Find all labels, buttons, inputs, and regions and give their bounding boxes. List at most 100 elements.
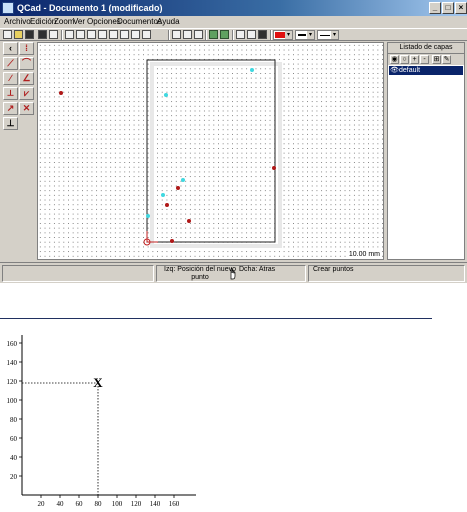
red-swatch: [275, 32, 285, 38]
divider-line: [0, 318, 432, 319]
cad-tools-panel: ‹ ⁞ ⟋ ⌒ ∕ ∠ ⟂ ⩗ ↗ ✕ ⊥: [0, 41, 35, 263]
current-command: Crear puntos: [313, 266, 354, 273]
y-tick-label: 20: [10, 473, 18, 481]
linetype-select[interactable]: ▾: [317, 30, 339, 40]
circles-tool-icon[interactable]: ∕: [3, 72, 18, 85]
menu-bar: Archivo Edición Zoom Ver Opciones Docume…: [0, 16, 467, 28]
y-tick-label: 140: [7, 359, 18, 367]
print-preview-icon[interactable]: [38, 30, 47, 39]
paste-icon[interactable]: [194, 30, 203, 39]
hatch-tool-icon[interactable]: ⩗: [19, 87, 34, 100]
hide-all-layers-icon[interactable]: ○: [400, 55, 409, 64]
zoom-pan-icon[interactable]: [120, 30, 129, 39]
zoom-auto-icon[interactable]: [65, 30, 74, 39]
right-click-hint: Dcha: Atras: [239, 266, 276, 273]
x-tick-label: 80: [95, 500, 103, 508]
x-tick-label: 60: [76, 500, 84, 508]
add-layer-icon[interactable]: +: [410, 55, 419, 64]
chevron-down-icon: ▾: [331, 31, 338, 39]
red-point: [176, 186, 180, 190]
edit-tool-icon[interactable]: ↗: [3, 102, 18, 115]
red-point: [59, 91, 63, 95]
save-icon[interactable]: [25, 30, 34, 39]
y-tick-label: 80: [10, 416, 18, 424]
points-tool-icon[interactable]: ⁞: [19, 42, 34, 55]
undo-icon[interactable]: [209, 30, 218, 39]
layer-item-label: default: [399, 67, 421, 74]
drawing-content: [59, 59, 282, 248]
line-width-swatch: [298, 34, 306, 36]
lines-tool-icon[interactable]: ⟋: [3, 57, 18, 70]
layer-list-header: Listado de capas: [388, 43, 464, 54]
color-select[interactable]: ▾: [273, 30, 293, 40]
menu-zoom[interactable]: Zoom: [54, 16, 74, 28]
zoom-out-icon[interactable]: [109, 30, 118, 39]
zoom-previous-icon[interactable]: [131, 30, 140, 39]
chevron-down-icon: ▾: [307, 31, 314, 39]
print-icon[interactable]: [49, 30, 58, 39]
menu-opciones[interactable]: Opciones: [87, 16, 121, 28]
measure-tool-icon[interactable]: ⊥: [3, 117, 18, 130]
text-tool-icon[interactable]: ⟂: [3, 87, 18, 100]
cyan-point: [164, 93, 168, 97]
qcad-app-icon: [2, 2, 14, 14]
layers-list-icon[interactable]: [258, 30, 267, 39]
x-tick-label: 120: [131, 500, 142, 508]
chevron-down-icon: ▾: [285, 31, 292, 39]
paper-border: [146, 59, 276, 243]
x-tick-label: 100: [112, 500, 123, 508]
red-point: [170, 239, 174, 243]
menu-ver[interactable]: Ver: [73, 16, 85, 28]
qcad-window: QCad - Documento 1 (modificado) _ □ × Ar…: [0, 0, 467, 283]
maximize-button[interactable]: □: [442, 2, 454, 14]
main-toolbar: ▾ ▾ ▾: [0, 28, 467, 41]
menu-edicion[interactable]: Edición: [30, 16, 56, 28]
cyan-point: [250, 68, 254, 72]
x-tick-label: 20: [38, 500, 46, 508]
layer-item[interactable]: 👁 default: [389, 66, 463, 75]
menu-archivo[interactable]: Archivo: [4, 16, 31, 28]
zoom-in-icon[interactable]: [98, 30, 107, 39]
zoom-redraw-icon[interactable]: [76, 30, 85, 39]
open-file-icon[interactable]: [14, 30, 23, 39]
show-all-layers-icon[interactable]: ◉: [390, 55, 399, 64]
arcs-tool-icon[interactable]: ⌒: [19, 57, 34, 70]
layer-list-panel: Listado de capas ◉ ○ + - ⊞ ✎ 👁 default: [387, 42, 465, 260]
minimize-button[interactable]: _: [429, 2, 441, 14]
title-bar: QCad - Documento 1 (modificado) _ □ ×: [0, 0, 467, 16]
scale-label: 10.00 mm: [347, 251, 381, 258]
eye-icon: 👁: [390, 67, 399, 74]
x-tick-label: 160: [169, 500, 180, 508]
red-point: [187, 219, 191, 223]
new-file-icon[interactable]: [3, 30, 12, 39]
back-arrow-icon[interactable]: ‹: [3, 42, 18, 55]
y-tick-label: 40: [10, 454, 18, 462]
toggle-layer-icon[interactable]: ⊞: [432, 55, 441, 64]
linewidth-select[interactable]: ▾: [295, 30, 315, 40]
grid-icon[interactable]: [236, 30, 245, 39]
menu-ayuda[interactable]: Ayuda: [157, 16, 180, 28]
dimension-tool-icon[interactable]: ∠: [19, 72, 34, 85]
cyan-point: [181, 178, 185, 182]
edit-layer-icon[interactable]: ✎: [442, 55, 451, 64]
cut-icon[interactable]: [172, 30, 181, 39]
y-tick-label: 160: [7, 340, 18, 348]
point-marker: X: [93, 375, 103, 390]
menu-documentos[interactable]: Documentos: [117, 16, 162, 28]
close-button[interactable]: ×: [455, 2, 467, 14]
hand-cursor-icon: [230, 268, 236, 280]
zoom-one-to-one-icon[interactable]: [142, 30, 151, 39]
snap-tool-icon[interactable]: ✕: [19, 102, 34, 115]
red-point: [272, 166, 276, 170]
status-command: Crear puntos: [308, 265, 465, 282]
drawing-canvas[interactable]: 10.00 mm: [37, 42, 384, 260]
zoom-window-icon[interactable]: [87, 30, 96, 39]
draft-icon[interactable]: [247, 30, 256, 39]
red-point: [165, 203, 169, 207]
redo-icon[interactable]: [220, 30, 229, 39]
status-coordinates: [2, 265, 154, 282]
line-type-swatch: [320, 35, 330, 36]
copy-icon[interactable]: [183, 30, 192, 39]
remove-layer-icon[interactable]: -: [420, 55, 429, 64]
coordinate-plot: 20 40 60 80 100 120 140 160 20 40 60 80 100 120 140 16…: [7, 335, 196, 508]
